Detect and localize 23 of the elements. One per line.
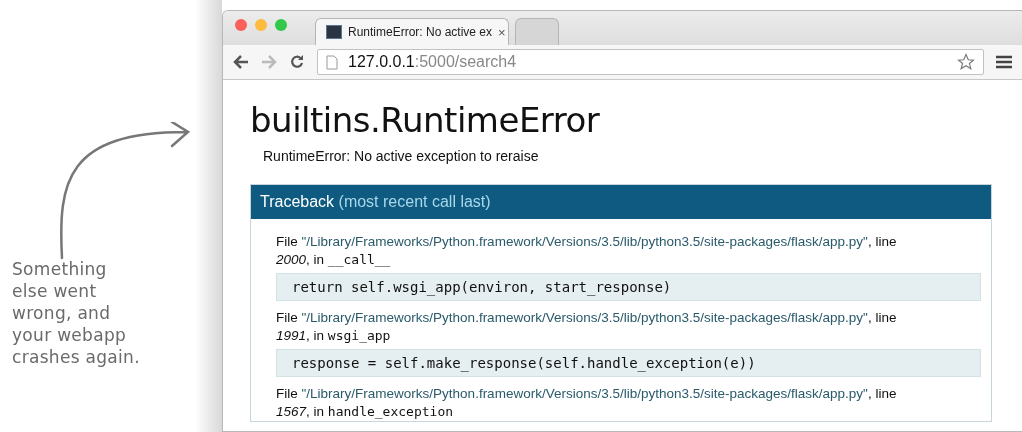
traceback-header: Traceback (most recent call last) bbox=[251, 185, 991, 219]
menu-icon[interactable] bbox=[996, 55, 1012, 69]
terminal-icon bbox=[326, 25, 342, 39]
new-tab-button[interactable] bbox=[515, 18, 559, 45]
browser-tab[interactable]: RuntimeError: No active ex × bbox=[315, 18, 509, 45]
zoom-window-icon[interactable] bbox=[275, 19, 287, 31]
error-heading: builtins.RuntimeError bbox=[250, 99, 601, 142]
star-icon[interactable] bbox=[957, 53, 975, 71]
url-text: 127.0.0.1:5000/search4 bbox=[348, 53, 517, 71]
minimize-window-icon[interactable] bbox=[255, 19, 267, 31]
reload-icon[interactable] bbox=[289, 54, 305, 70]
forward-arrow-icon[interactable] bbox=[261, 55, 277, 69]
close-icon[interactable]: × bbox=[498, 24, 506, 40]
address-field[interactable]: 127.0.0.1:5000/search4 bbox=[317, 49, 984, 75]
error-message: RuntimeError: No active exception to reraise bbox=[263, 148, 540, 164]
frame-location: File "/Library/Frameworks/Python.framework/Versions/3.5/lib/python3.5/site-packages/flask/app.py", line 2000, in __call__ bbox=[276, 233, 898, 269]
frame-location: File "/Library/Frameworks/Python.framework/Versions/3.5/lib/python3.5/site-packages/flask/app.py", line 1991, in wsgi_app bbox=[276, 309, 898, 345]
back-arrow-icon[interactable] bbox=[233, 55, 249, 69]
page-icon bbox=[326, 54, 338, 70]
annotation-text: Something else went wrong, and your webapp crashes again. bbox=[12, 258, 140, 368]
close-window-icon[interactable] bbox=[235, 19, 247, 31]
frame-location: File "/Library/Frameworks/Python.framework/Versions/3.5/lib/python3.5/site-packages/flask/app.py", line 1567, in handle_exception bbox=[276, 385, 898, 421]
tab-title: RuntimeError: No active ex bbox=[348, 25, 493, 39]
